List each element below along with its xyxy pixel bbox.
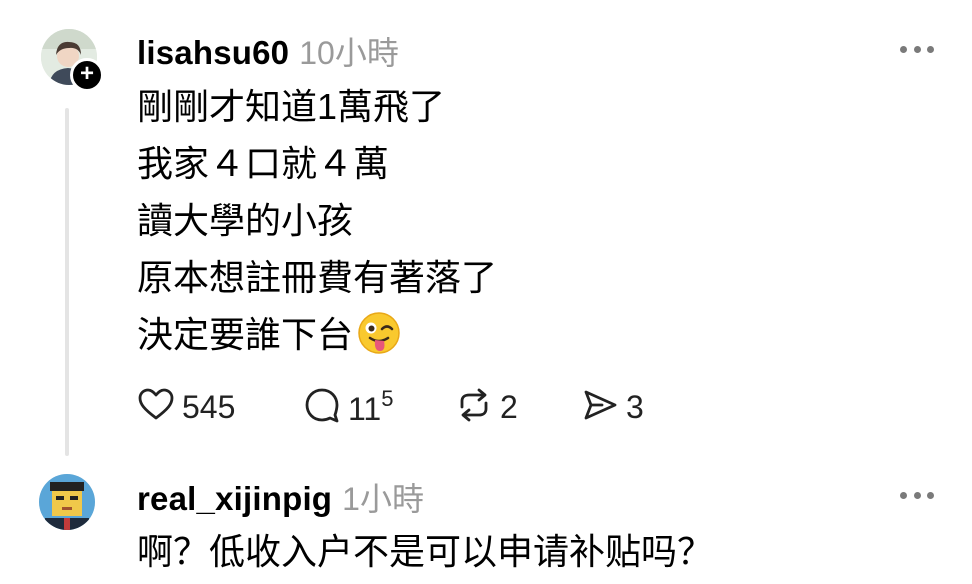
post-text-line: 決定要誰下台	[137, 314, 354, 355]
post-header: lisahsu60 10小時	[137, 28, 399, 74]
reply-count-value: 11	[348, 391, 382, 427]
reply-count-superscript: 5	[381, 386, 394, 411]
reply-count: 115	[348, 386, 393, 428]
timestamp: 1小時	[342, 481, 424, 517]
post-text-line: 我家４口就４萬	[137, 143, 390, 184]
more-icon[interactable]	[900, 44, 934, 54]
avatar[interactable]	[39, 474, 95, 530]
timestamp: 10小時	[299, 35, 399, 71]
reply-button[interactable]: 115	[302, 385, 393, 429]
post-text: 剛剛才知道1萬飛了 我家４口就４萬 讀大學的小孩 原本想註冊費有著落了 決定要誰…	[137, 78, 497, 363]
post-text: 啊？低收入户不是可以申请补贴吗？	[137, 525, 713, 579]
post-text-line: 決定要誰下台	[137, 306, 497, 363]
repost-count: 2	[500, 388, 518, 425]
username[interactable]: real_xijinpig	[137, 480, 332, 518]
comment-icon	[302, 385, 342, 430]
post-header: real_xijinpig 1小時	[137, 474, 424, 520]
post: + lisahsu60 10小時 剛剛才知道1萬飛了 我家４口就４萬 讀大學的小…	[0, 0, 972, 460]
repost-button[interactable]: 2	[454, 385, 518, 429]
username[interactable]: lisahsu60	[137, 34, 289, 72]
heart-icon	[136, 385, 176, 430]
share-icon	[580, 385, 620, 430]
share-button[interactable]: 3	[580, 385, 644, 429]
winking-face-with-tongue-icon	[357, 311, 401, 355]
post-text-line: 原本想註冊費有著落了	[137, 257, 498, 298]
thread-line	[65, 108, 69, 456]
like-button[interactable]: 545	[136, 385, 235, 429]
plus-icon: +	[79, 60, 94, 87]
post-text-line: 讀大學的小孩	[137, 200, 354, 241]
post-text-line: 啊？低收入户不是可以申请补贴吗？	[137, 531, 714, 572]
repost-icon	[454, 385, 494, 430]
like-count: 545	[182, 388, 236, 425]
more-icon[interactable]	[900, 490, 934, 500]
post-text-line: 剛剛才知道1萬飛了	[137, 86, 446, 127]
share-count: 3	[626, 388, 644, 425]
follow-button[interactable]: +	[70, 58, 104, 92]
